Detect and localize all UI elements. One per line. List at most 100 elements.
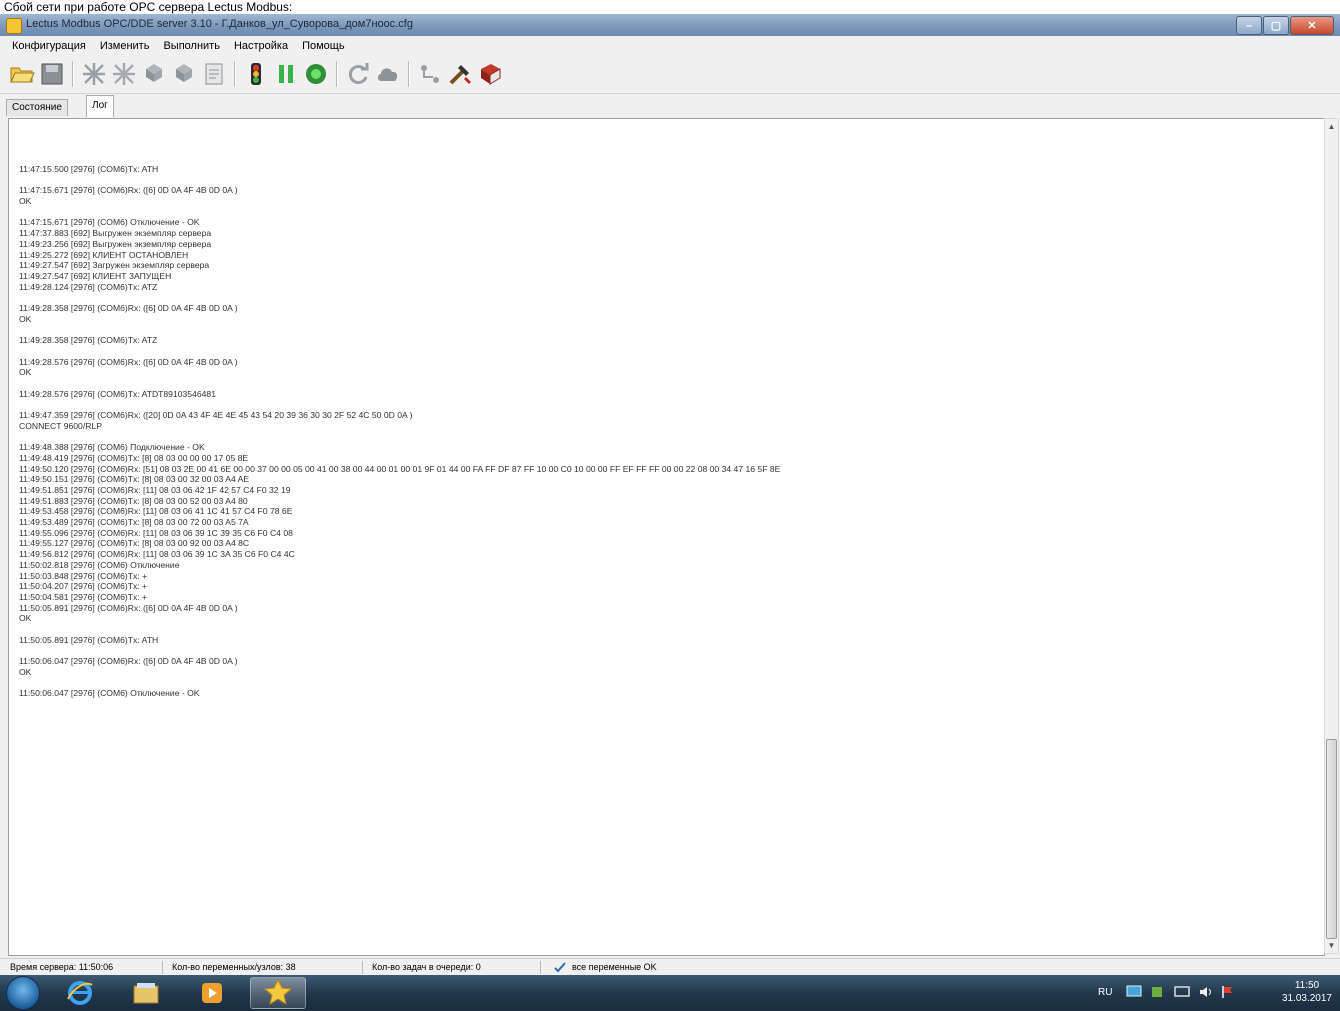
gear-cross-icon[interactable] (80, 61, 108, 87)
vertical-scrollbar[interactable]: ▲ ▼ (1324, 118, 1339, 954)
log-line: CONNECT 9600/RLP (19, 420, 102, 431)
save-icon[interactable] (38, 61, 66, 87)
log-line: 11:49:56.812 [2976] (COM6)Rx: [11] 08 03… (19, 549, 295, 560)
window-controls: – ▢ ✕ (1235, 16, 1334, 35)
network-icon[interactable] (416, 61, 444, 87)
update-tray-icon[interactable] (1150, 985, 1164, 1002)
log-text: 11:47:15.500 [2976] (COM6)Tx: ATH 11:47:1… (19, 164, 1320, 699)
menu-run[interactable]: Выполнить (156, 40, 226, 52)
log-line: 11:49:28.124 [2976] (COM6)Tx: ATZ (19, 281, 158, 292)
log-line: 11:49:27.547 [692] Загружен экземпляр се… (19, 260, 210, 271)
log-line: 11:49:55.127 [2976] (COM6)Tx: [8] 08 03 … (19, 538, 250, 549)
maximize-button[interactable]: ▢ (1263, 16, 1289, 35)
toolbar (0, 55, 1340, 94)
network-tray-icon[interactable] (1126, 985, 1142, 1002)
clock-time: 11:50 (1294, 980, 1320, 991)
close-button[interactable]: ✕ (1290, 16, 1334, 35)
log-line: 11:50:06.047 [2976] (COM6) Отключение - … (19, 688, 200, 699)
menu-bar: Конфигурация Изменить Выполнить Настройк… (0, 36, 1340, 55)
log-line: 11:50:05.891 [2976] (COM6)Tx: ATH (19, 634, 159, 645)
status-vars-ok: все переменные OK (572, 962, 657, 972)
media-player-icon[interactable] (184, 977, 240, 1009)
log-panel[interactable]: 11:47:15.500 [2976] (COM6)Tx: ATH 11:47:1… (8, 118, 1325, 956)
log-line: 11:49:51.851 [2976] (COM6)Rx: [11] 08 03… (19, 484, 291, 495)
menu-configuration[interactable]: Конфигурация (0, 40, 93, 52)
system-tray: RU 11:50 31.03.2017 (1080, 975, 1340, 1011)
tab-log[interactable]: Лог (86, 95, 114, 117)
log-line: OK (19, 196, 32, 207)
gear-cross-icon-2[interactable] (110, 61, 138, 87)
title-bar[interactable]: Lectus Modbus OPC/DDE server 3.10 - Г.Да… (0, 14, 1340, 36)
action-center-flag-icon[interactable] (1220, 985, 1234, 1002)
taskbar: RU 11:50 31.03.2017 (0, 975, 1340, 1011)
device-icon[interactable] (140, 61, 168, 87)
traffic-light-icon[interactable] (242, 61, 270, 87)
log-line: 11:49:28.358 [2976] (COM6)Tx: ATZ (19, 335, 158, 346)
app-icon (6, 18, 22, 34)
log-line: 11:50:05.891 [2976] (COM6)Rx: ([6] 0D 0A… (19, 602, 238, 613)
log-line: 11:47:15.500 [2976] (COM6)Tx: ATH (19, 164, 159, 174)
caption-text: Сбой сети при работе OPC сервера Lectus … (0, 0, 1340, 14)
log-line: 11:49:50.120 [2976] (COM6)Rx: [51] 08 03… (19, 463, 781, 474)
start-button[interactable] (6, 976, 40, 1010)
log-line: OK (19, 367, 32, 378)
language-indicator[interactable]: RU (1098, 987, 1112, 998)
monitor-tray-icon[interactable] (1174, 985, 1190, 1002)
log-line: 11:49:48.388 [2976] (COM6) Подключение -… (19, 442, 205, 453)
scroll-down-arrow-icon[interactable]: ▼ (1325, 938, 1338, 953)
volume-icon[interactable] (1198, 985, 1214, 1002)
log-line: 11:49:50.151 [2976] (COM6)Tx: [8] 08 03 … (19, 474, 250, 485)
log-line: 11:47:15.671 [2976] (COM6) Отключение - … (19, 217, 200, 228)
record-icon[interactable] (302, 61, 330, 87)
status-bar: Время сервера: 11:50:06 Кол-во переменны… (0, 958, 1340, 976)
clock[interactable]: 11:50 31.03.2017 (1282, 979, 1332, 1005)
refresh-icon[interactable] (344, 61, 372, 87)
log-line: 11:49:27.547 [692] КЛИЕНТ ЗАПУЩЕН (19, 271, 172, 281)
log-line: 11:49:28.358 [2976] (COM6)Rx: ([6] 0D 0A… (19, 303, 238, 314)
tab-strip: Состояние Лог (0, 94, 1340, 118)
log-line: 11:49:25.272 [692] КЛИЕНТ ОСТАНОВЛЕН (19, 249, 189, 260)
log-line: OK (19, 313, 32, 324)
report-icon[interactable] (200, 61, 228, 87)
menu-help[interactable]: Помощь (295, 40, 352, 52)
log-line: 11:49:28.576 [2976] (COM6)Rx: ([6] 0D 0A… (19, 356, 238, 367)
cloud-icon[interactable] (374, 61, 402, 87)
tools-icon[interactable] (446, 61, 474, 87)
log-line: 11:49:53.458 [2976] (COM6)Rx: [11] 08 03… (19, 506, 293, 517)
help-book-icon[interactable] (476, 61, 504, 87)
status-check-icon (554, 962, 566, 975)
status-queue-count: Кол-во задач в очереди: 0 (372, 962, 481, 972)
explorer-folder-icon[interactable] (118, 977, 174, 1009)
lectus-opc-icon[interactable] (250, 977, 306, 1009)
log-line: 11:50:04.581 [2976] (COM6)Tx: + (19, 592, 148, 602)
log-line: 11:50:06.047 [2976] (COM6)Rx: ([6] 0D 0A… (19, 656, 238, 667)
clock-date: 31.03.2017 (1281, 993, 1332, 1004)
log-line: OK (19, 613, 32, 624)
open-folder-icon[interactable] (8, 61, 36, 87)
log-line: 11:50:03.848 [2976] (COM6)Tx: + (19, 570, 148, 581)
menu-settings[interactable]: Настройка (227, 40, 295, 52)
log-line: 11:50:04.207 [2976] (COM6)Tx: + (19, 581, 148, 592)
pause-icon[interactable] (272, 61, 300, 87)
app-window: Lectus Modbus OPC/DDE server 3.10 - Г.Да… (0, 14, 1340, 976)
scroll-thumb[interactable] (1326, 739, 1337, 939)
log-line: 11:49:55.096 [2976] (COM6)Rx: [11] 08 03… (19, 527, 293, 538)
log-line: 11:49:51.883 [2976] (COM6)Tx: [8] 08 03 … (19, 495, 248, 506)
menu-edit[interactable]: Изменить (93, 40, 157, 52)
minimize-button[interactable]: – (1236, 16, 1262, 35)
log-line: 11:49:47.359 [2976] (COM6)Rx: ([20] 0D 0… (19, 410, 413, 421)
device-icon-2[interactable] (170, 61, 198, 87)
status-var-count: Кол-во переменных/узлов: 38 (172, 962, 296, 972)
tab-status[interactable]: Состояние (6, 99, 68, 116)
ie-icon[interactable] (52, 977, 108, 1009)
scroll-up-arrow-icon[interactable]: ▲ (1325, 119, 1338, 134)
status-server-time: Время сервера: 11:50:06 (10, 962, 114, 972)
